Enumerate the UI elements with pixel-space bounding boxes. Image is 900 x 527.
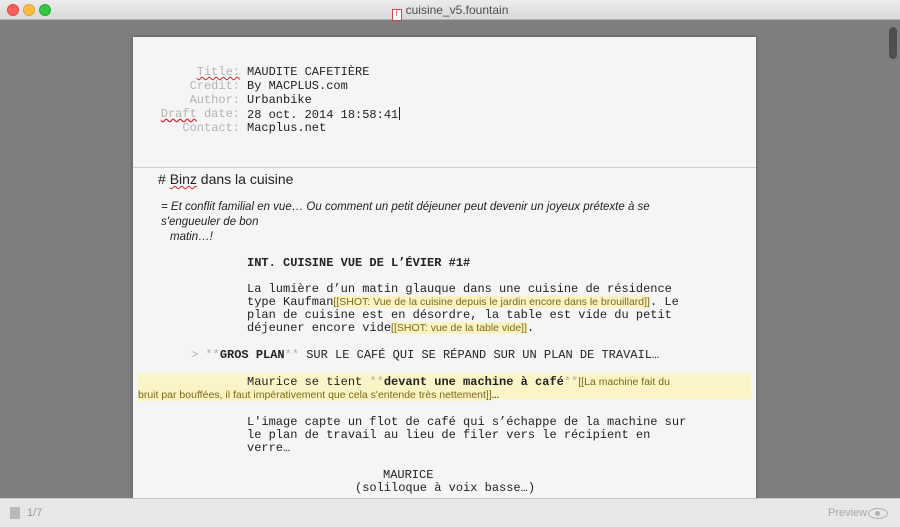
credit-value: By MACPLUS.com	[247, 79, 348, 93]
editor-area[interactable]: Title: MAUDITE CAFETIÈRE Credit: By MACP…	[0, 21, 900, 498]
title-bar: f cuisine_v5.fountain	[0, 0, 900, 21]
draft-date-label: Draft date:	[120, 107, 240, 121]
bold-marker-close-2: **	[563, 375, 579, 389]
forced-transition: > **GROS PLAN** SUR LE CAFÉ QUI SE RÉPAN…	[191, 349, 659, 362]
page-icon	[10, 507, 20, 519]
action3-line-2: le plan de travail au lieu de filer vers…	[247, 428, 651, 442]
forced-rest-text: SUR LE CAFÉ QUI SE RÉPAND SUR UN PLAN DE…	[299, 348, 660, 362]
action2-end: …	[491, 388, 499, 402]
draft-word: Draft	[160, 107, 197, 121]
fountain-document-icon: f	[391, 9, 402, 21]
note-machine-2: bruit par bouffées, il faut impérativeme…	[138, 389, 492, 401]
action2-text-a: Maurice se tient	[247, 375, 370, 389]
draft-date-label-rest: date:	[196, 107, 240, 121]
forced-prefix: >	[191, 348, 206, 362]
forced-bold-text: GROS PLAN	[219, 348, 285, 362]
section-misspelled-word: Binz	[169, 171, 197, 187]
window-title-text: cuisine_v5.fountain	[405, 3, 509, 17]
action1-line-2a: type Kaufman	[247, 295, 334, 309]
text-cursor	[399, 107, 401, 120]
parenthetical: (soliloque à voix basse…)	[355, 481, 536, 495]
draft-date-text: 28 oct. 2014 18:58:41	[247, 108, 399, 122]
action1-line-4b: .	[527, 321, 535, 335]
section-prefix: #	[158, 171, 170, 187]
action3-line-3: verre…	[247, 441, 291, 455]
bold-marker-open: **	[205, 348, 220, 362]
contact-value: Macplus.net	[247, 121, 327, 135]
synopsis: = Et conflit familial en vue… Ou comment…	[161, 200, 701, 245]
script-page[interactable]: Title: MAUDITE CAFETIÈRE Credit: By MACP…	[133, 37, 756, 498]
status-bar: 1/7 Preview	[0, 498, 900, 527]
action2-line-1: Maurice se tient **devant une machine à …	[247, 376, 670, 389]
action2-bold-text: devant une machine à café	[383, 375, 564, 389]
preview-button[interactable]: Preview	[828, 507, 867, 519]
contact-label: Contact:	[182, 121, 240, 135]
note-shot-2: [[SHOT: vue de la table vide]]	[391, 322, 528, 334]
section-heading: # Binz dans la cuisine	[158, 171, 293, 187]
bold-marker-close: **	[284, 348, 300, 362]
action-block-1: La lumière d’un matin glauque dans une c…	[247, 283, 679, 335]
note-machine-1: [[La machine fait du	[578, 376, 670, 388]
action2-line-2: bruit par bouffées, il faut impérativeme…	[138, 389, 499, 402]
action1-line-2b: . Le	[649, 295, 679, 309]
synopsis-line-1: = Et conflit familial en vue… Ou comment…	[161, 201, 650, 228]
draft-date-value[interactable]: 28 oct. 2014 18:58:41	[247, 107, 401, 122]
author-label: Author:	[189, 93, 240, 107]
eye-pupil	[875, 511, 880, 516]
bold-marker-open-2: **	[369, 375, 384, 389]
action-block-3: L'image capte un flot de café qui s’écha…	[247, 416, 686, 455]
action1-line-4a: déjeuner encore vide	[247, 321, 392, 335]
scene-heading: INT. CUISINE VUE DE L’ÉVIER #1#	[247, 256, 471, 270]
title-value: MAUDITE CAFETIÈRE	[247, 65, 370, 79]
author-value: Urbanbike	[247, 93, 312, 107]
synopsis-line-2: matin…!	[170, 231, 213, 243]
title-label: Title:	[196, 65, 240, 79]
section-heading-rest: dans la cuisine	[196, 171, 294, 187]
window-title: f cuisine_v5.fountain	[0, 3, 900, 21]
action-block-2: Maurice se tient **devant une machine à …	[247, 376, 670, 389]
title-page-divider	[133, 167, 756, 168]
action1-line-4: déjeuner encore vide[[SHOT: vue de la ta…	[247, 322, 679, 335]
credit-label: Credit:	[189, 79, 240, 93]
eye-icon[interactable]	[868, 508, 888, 519]
note-shot-1: [[SHOT: Vue de la cuisine depuis le jard…	[333, 296, 650, 308]
page-count: 1/7	[27, 507, 43, 519]
vertical-scrollbar-thumb[interactable]	[889, 27, 897, 59]
